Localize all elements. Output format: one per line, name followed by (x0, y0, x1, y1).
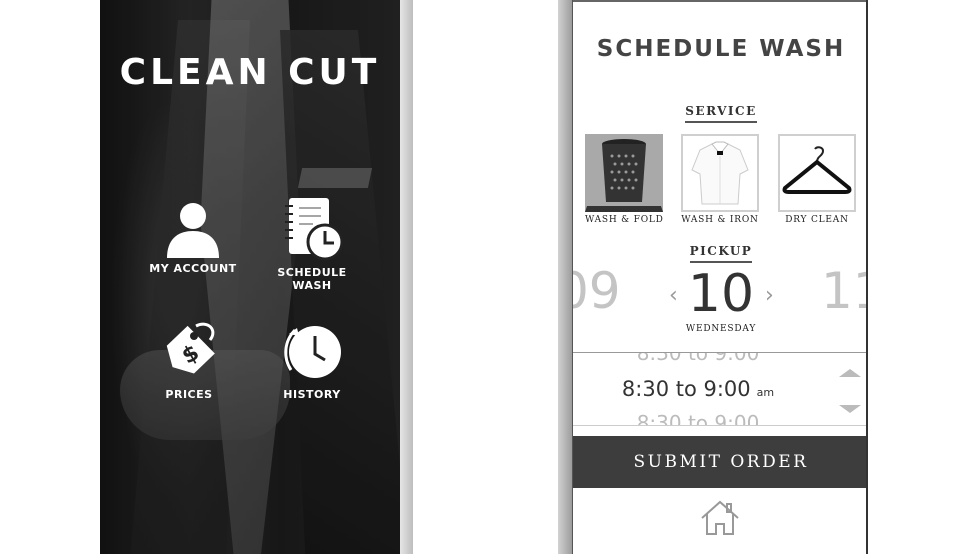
service-option-wash-iron[interactable]: WASH & IRON (681, 134, 759, 225)
device-frame-edge (558, 0, 572, 554)
service-thumb-wash-fold (585, 134, 663, 212)
pickup-section-title: PICKUP (573, 244, 866, 263)
service-label-wash-iron: WASH & IRON (681, 215, 759, 225)
service-label-wash-fold: WASH & FOLD (585, 215, 664, 225)
app-logo: CLEAN CUT (119, 52, 381, 93)
time-selected: 8:30 to 9:00 am (573, 377, 823, 401)
page-title: SCHEDULE WASH (596, 36, 846, 62)
menu-schedule-wash-button[interactable]: SCHEDULE WASH (257, 196, 367, 292)
submit-order-button[interactable]: SUBMIT ORDER (573, 436, 866, 488)
service-option-dry-clean[interactable]: DRY CLEAN (778, 134, 856, 225)
service-thumb-dry-clean (778, 134, 856, 212)
home-icon (701, 500, 739, 535)
hanger-icon (782, 146, 852, 194)
service-section-title: SERVICE (573, 104, 866, 123)
menu-my-account-button[interactable]: MY ACCOUNT (138, 198, 248, 275)
time-option-next[interactable]: 8:30 to 9:00 (573, 411, 823, 425)
menu-history-button[interactable]: HISTORY (257, 318, 367, 401)
service-label-dry-clean: DRY CLEAN (785, 215, 849, 225)
schedule-wash-screen: SCHEDULE WASH SERVICE WASH & FOLD WASH &… (572, 0, 868, 554)
user-icon (167, 203, 219, 258)
scrollbar[interactable] (400, 0, 413, 554)
chevron-left-icon[interactable]: ‹ (669, 283, 678, 308)
arrow-down-icon[interactable] (839, 405, 861, 413)
arrow-up-icon[interactable] (839, 369, 861, 377)
pickup-section-label: PICKUP (689, 244, 753, 263)
laundry-basket-icon (602, 139, 646, 202)
time-selected-value: 8:30 to 9:00 (621, 377, 751, 401)
divider (573, 0, 866, 2)
price-tag-icon: $ (166, 322, 215, 374)
service-thumb-wash-iron (681, 134, 759, 212)
menu-prices-label: PRICES (165, 388, 213, 401)
date-next-option[interactable]: 11 (821, 262, 866, 320)
menu-schedule-wash-label: SCHEDULE WASH (277, 266, 347, 292)
menu-history-label: HISTORY (283, 388, 341, 401)
service-option-wash-fold[interactable]: WASH & FOLD (585, 134, 663, 225)
service-section-label: SERVICE (685, 104, 757, 123)
shirt-icon (691, 141, 749, 205)
home-screen: CLEAN CUT MY ACCOUNT SCHEDULE WASH $ PRI… (100, 0, 400, 554)
menu-prices-button[interactable]: $ PRICES (134, 318, 244, 401)
time-option-previous[interactable]: 8:30 to 9:00 (573, 353, 823, 365)
menu-my-account-label: MY ACCOUNT (149, 262, 237, 275)
time-picker[interactable]: 8:30 to 9:00 8:30 to 9:00 am 8:30 to 9:00 (573, 352, 866, 426)
calendar-clock-icon (285, 198, 344, 261)
home-button[interactable] (698, 498, 742, 538)
date-weekday: WEDNESDAY (685, 324, 757, 334)
history-clock-icon (284, 326, 341, 378)
chevron-right-icon[interactable]: › (765, 283, 774, 308)
time-ampm: am (756, 386, 775, 399)
